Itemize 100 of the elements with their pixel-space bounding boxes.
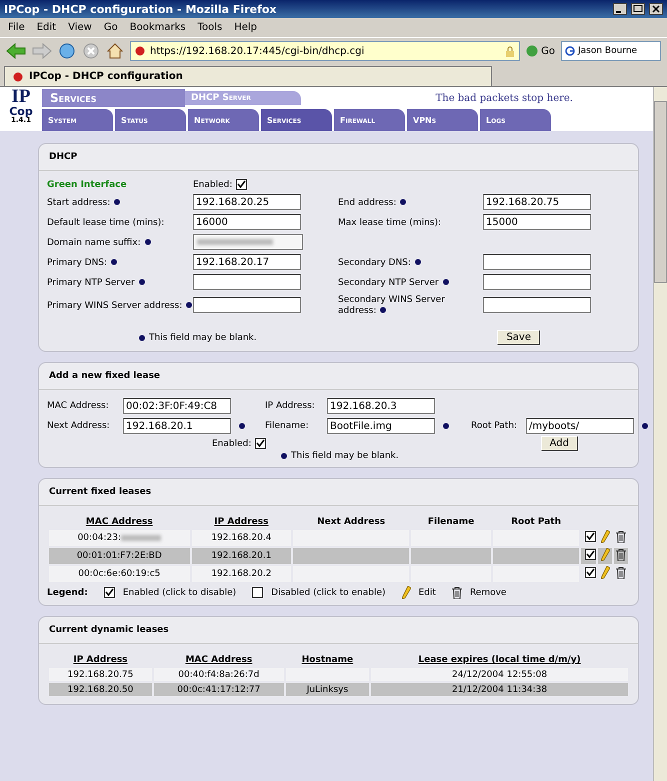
enabled-checkbox[interactable]: [236, 179, 248, 190]
scrollbar[interactable]: [653, 87, 667, 781]
trash-icon[interactable]: [616, 548, 626, 560]
menu-item[interactable]: Tools: [198, 22, 222, 33]
field-label: Secondary NTP Server: [338, 278, 439, 288]
table-cell: 24/12/2004 12:55:08: [371, 668, 628, 681]
legend-text: Enabled (click to disable): [122, 588, 236, 598]
edit-pencil-icon[interactable]: [600, 548, 610, 561]
trash-icon[interactable]: [616, 566, 626, 578]
input-field[interactable]: 00:02:3F:0F:49:C8: [123, 398, 231, 414]
field-label: Primary DNS:: [47, 258, 108, 268]
input-field[interactable]: 192.168.20.3: [327, 398, 435, 414]
input-field[interactable]: 192.168.20.75: [483, 194, 591, 210]
maximize-icon[interactable]: [631, 3, 645, 15]
field-label: Secondary DNS:: [338, 258, 411, 268]
browser-tab[interactable]: IPCop - DHCP configuration: [4, 66, 492, 86]
field-label: Root Path:: [471, 421, 518, 431]
input-field[interactable]: [193, 297, 301, 313]
search-engine-icon[interactable]: [565, 46, 575, 56]
column-header[interactable]: Lease expires (local time d/m/y): [371, 654, 628, 666]
column-header[interactable]: IP Address: [49, 654, 152, 666]
search-field[interactable]: Jason Bourne: [561, 41, 661, 61]
input-field[interactable]: /myboots/: [526, 418, 634, 434]
checkbox[interactable]: [585, 531, 596, 542]
trash-icon[interactable]: [616, 530, 626, 542]
add-button[interactable]: Add: [540, 436, 578, 451]
back-arrow-icon[interactable]: [6, 43, 26, 59]
nav-tab[interactable]: VPNs: [407, 109, 478, 131]
panel-title: Current dynamic leases: [39, 617, 638, 644]
menu-item[interactable]: Edit: [36, 22, 56, 33]
legend-title: Legend:: [47, 588, 88, 598]
input-field[interactable]: [193, 234, 303, 250]
menu-item[interactable]: File: [8, 22, 25, 33]
column-header: Root Path: [510, 516, 562, 528]
legend-text: Disabled (click to enable): [271, 588, 386, 598]
menu-item[interactable]: Bookmarks: [130, 22, 186, 33]
field-label: Primary WINS Server address:: [47, 300, 182, 310]
lock-icon: [505, 46, 516, 56]
menu-item[interactable]: Go: [104, 22, 118, 33]
field-label: End address:: [338, 198, 396, 208]
edit-pencil-icon[interactable]: [600, 566, 610, 579]
stop-icon[interactable]: [82, 42, 100, 60]
checkbox[interactable]: [585, 549, 596, 560]
note-text: This field may be blank.: [291, 451, 399, 461]
column-header[interactable]: MAC Address: [49, 516, 190, 528]
enabled-checkbox[interactable]: [255, 438, 266, 449]
site-icon: [135, 46, 145, 56]
table-cell: 21/12/2004 11:34:38: [371, 683, 628, 696]
save-button[interactable]: Save: [497, 330, 540, 345]
window-title: IPCop - DHCP configuration - Mozilla Firefox: [4, 2, 278, 16]
input-field[interactable]: 192.168.20.1: [123, 418, 231, 434]
nav-tab[interactable]: Logs: [480, 109, 551, 131]
minimize-icon[interactable]: [613, 3, 627, 15]
trash-icon: [452, 586, 462, 598]
table-cell: 192.168.20.75: [49, 668, 152, 681]
field-label: Enabled:: [212, 438, 252, 448]
input-field[interactable]: [483, 254, 591, 270]
scrollbar-thumb[interactable]: [654, 101, 667, 283]
address-bar[interactable]: https://192.168.20.17:445/cgi-bin/dhcp.cgi: [130, 41, 520, 61]
field-label: MAC Address:: [47, 401, 110, 411]
input-field[interactable]: [483, 274, 591, 290]
column-header: Filename: [426, 516, 476, 528]
edit-pencil-icon: [402, 586, 410, 599]
field-label: Default lease time (mins):: [47, 218, 164, 228]
slogan: The bad packets stop here.: [434, 92, 574, 104]
field-label: Max lease time (mins):: [338, 218, 442, 228]
input-field[interactable]: [483, 297, 591, 313]
legend-text: Remove: [470, 588, 506, 598]
menu-item[interactable]: View: [68, 22, 92, 33]
nav-tab[interactable]: Network: [188, 109, 259, 131]
input-field[interactable]: 16000: [193, 214, 301, 230]
nav-tab[interactable]: Firewall: [334, 109, 405, 131]
nav-tab[interactable]: System: [42, 109, 113, 131]
column-header[interactable]: Hostname: [286, 654, 370, 666]
legend-text: Edit: [418, 588, 436, 598]
input-field[interactable]: 15000: [483, 214, 591, 230]
site-icon: [13, 72, 23, 82]
table-cell: 00:01:01:F7:2E:BD: [49, 548, 190, 564]
nav-tab[interactable]: Services: [261, 109, 332, 131]
column-header[interactable]: IP Address: [192, 516, 292, 528]
field-label: Primary NTP Server: [47, 278, 135, 288]
table-cell: 00:04:23:: [49, 530, 190, 546]
field-label: Start address:: [47, 198, 110, 208]
input-field[interactable]: 192.168.20.17: [193, 254, 301, 270]
table-cell: JuLinksys: [286, 683, 370, 696]
nav-tab[interactable]: Status: [115, 109, 186, 131]
field-label: IP Address:: [265, 401, 316, 411]
input-field[interactable]: 192.168.20.25: [193, 194, 301, 210]
close-icon[interactable]: [649, 3, 663, 15]
input-field[interactable]: [193, 274, 301, 290]
input-field[interactable]: BootFile.img: [327, 418, 435, 434]
checkbox[interactable]: [585, 567, 596, 578]
edit-pencil-icon[interactable]: [600, 530, 610, 543]
field-label: Filename:: [265, 421, 310, 431]
optional-dot-icon: [281, 453, 287, 459]
menu-item[interactable]: Help: [234, 22, 258, 33]
column-header[interactable]: MAC Address: [154, 654, 284, 666]
go-button[interactable]: Go: [526, 45, 555, 57]
note-text: This field may be blank.: [149, 332, 257, 342]
home-icon[interactable]: [106, 42, 124, 60]
